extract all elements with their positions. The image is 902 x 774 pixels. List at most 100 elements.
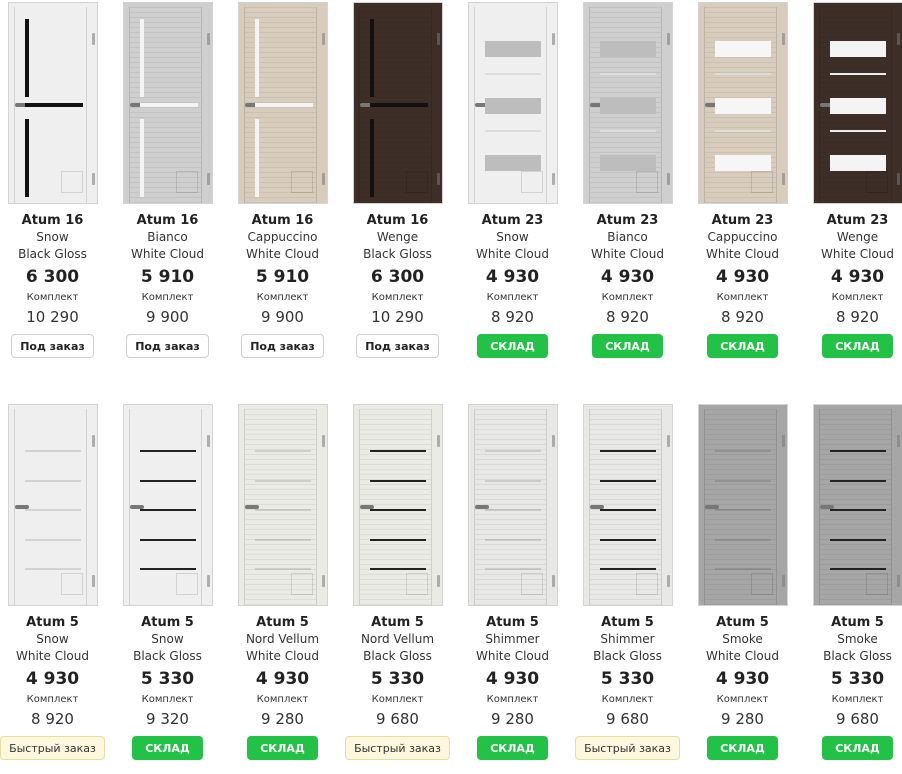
product-name[interactable]: Atum 16 [0, 212, 110, 229]
product-color: Bianco [607, 230, 648, 244]
product-card[interactable]: Atum 5 Shimmer White Cloud 4 930 Комплек… [455, 404, 570, 760]
brand-logo [865, 171, 888, 193]
door-image[interactable] [7, 404, 98, 606]
product-name[interactable]: Atum 16 [110, 212, 225, 229]
door-slab [467, 2, 558, 204]
product-card[interactable]: Atum 5 Shimmer Black Gloss 5 330 Комплек… [570, 404, 685, 760]
door-image[interactable] [812, 2, 902, 204]
stock-button[interactable]: СКЛАД [477, 736, 548, 760]
product-color: Snow [36, 230, 69, 244]
product-name[interactable]: Atum 23 [800, 212, 902, 229]
door-image[interactable] [122, 404, 213, 606]
product-card[interactable]: Atum 16 Cappuccino White Cloud 5 910 Ком… [225, 2, 340, 358]
kit-price: 8 920 [836, 308, 879, 326]
kit-price: 9 680 [836, 710, 879, 728]
product-glass: Black Gloss [823, 649, 892, 663]
product-card[interactable]: Atum 5 Nord Vellum Black Gloss 5 330 Ком… [340, 404, 455, 760]
glass-line [484, 509, 541, 511]
stock-button[interactable]: СКЛАД [247, 736, 318, 760]
stock-button[interactable]: СКЛАД [707, 334, 778, 358]
stock-button[interactable]: СКЛАД [132, 736, 203, 760]
stock-button[interactable]: СКЛАД [592, 334, 663, 358]
product-name[interactable]: Atum 23 [455, 212, 570, 229]
door-slab [697, 404, 788, 606]
glass-line [484, 73, 541, 75]
product-card[interactable]: Atum 16 Bianco White Cloud 5 910 Комплек… [110, 2, 225, 358]
product-name[interactable]: Atum 5 [685, 614, 800, 631]
stock-button[interactable]: СКЛАД [822, 736, 893, 760]
door-image[interactable] [812, 404, 902, 606]
door-image[interactable] [237, 2, 328, 204]
glass-line [369, 568, 426, 570]
product-card[interactable]: Atum 23 Bianco White Cloud 4 930 Комплек… [570, 2, 685, 358]
door-image[interactable] [352, 404, 443, 606]
glass-insert [24, 19, 29, 97]
door-image[interactable] [467, 2, 558, 204]
door-image[interactable] [697, 404, 788, 606]
door-image[interactable] [697, 2, 788, 204]
door-image[interactable] [122, 2, 213, 204]
brand-logo [750, 171, 773, 193]
glass-insert [24, 103, 83, 107]
brand-logo [405, 573, 428, 595]
glass-insert [369, 19, 374, 97]
product-name[interactable]: Atum 5 [0, 614, 110, 631]
door-image[interactable] [352, 2, 443, 204]
kit-label: Комплект [831, 694, 884, 705]
product-name[interactable]: Atum 23 [685, 212, 800, 229]
product-name[interactable]: Atum 23 [570, 212, 685, 229]
stock-button[interactable]: СКЛАД [707, 736, 778, 760]
kit-label: Комплект [371, 292, 424, 303]
stock-button[interactable]: СКЛАД [822, 334, 893, 358]
order-button[interactable]: Под заказ [356, 334, 439, 358]
door-image[interactable] [237, 404, 328, 606]
kit-label: Комплект [26, 694, 79, 705]
glass-line [714, 539, 771, 541]
door-image[interactable] [582, 2, 673, 204]
hinge-icon [321, 33, 325, 45]
glass-insert [829, 155, 886, 171]
product-card[interactable]: Atum 5 Smoke White Cloud 4 930 Комплект … [685, 404, 800, 760]
product-name[interactable]: Atum 16 [225, 212, 340, 229]
product-card[interactable]: Atum 23 Snow White Cloud 4 930 Комплект … [455, 2, 570, 358]
door-image[interactable] [7, 2, 98, 204]
product-card[interactable]: Atum 23 Cappuccino White Cloud 4 930 Ком… [685, 2, 800, 358]
order-button[interactable]: Под заказ [241, 334, 324, 358]
order-button[interactable]: Под заказ [126, 334, 209, 358]
product-name[interactable]: Atum 5 [800, 614, 902, 631]
door-image[interactable] [467, 404, 558, 606]
glass-insert [829, 41, 886, 57]
kit-price: 9 280 [261, 710, 304, 728]
kit-label: Комплект [256, 694, 309, 705]
product-name[interactable]: Atum 5 [570, 614, 685, 631]
quick-order-button[interactable]: Быстрый заказ [575, 736, 680, 760]
product-card[interactable]: Atum 16 Snow Black Gloss 6 300 Комплект … [0, 2, 110, 358]
product-name[interactable]: Atum 5 [455, 614, 570, 631]
product-card[interactable]: Atum 5 Snow White Cloud 4 930 Комплект 8… [0, 404, 110, 760]
stock-button[interactable]: СКЛАД [477, 334, 548, 358]
product-name[interactable]: Atum 5 [340, 614, 455, 631]
product-glass: Black Gloss [593, 649, 662, 663]
kit-price: 9 280 [721, 710, 764, 728]
product-price: 5 330 [370, 669, 425, 689]
product-name[interactable]: Atum 16 [340, 212, 455, 229]
product-glass: Black Gloss [363, 247, 432, 261]
kit-label: Комплект [486, 292, 539, 303]
product-card[interactable]: Atum 16 Wenge Black Gloss 6 300 Комплект… [340, 2, 455, 358]
product-card[interactable]: Atum 5 Nord Vellum White Cloud 4 930 Ком… [225, 404, 340, 760]
order-button[interactable]: Под заказ [11, 334, 94, 358]
product-name[interactable]: Atum 5 [225, 614, 340, 631]
door-image[interactable] [582, 404, 673, 606]
product-card[interactable]: Atum 5 Snow Black Gloss 5 330 Комплект 9… [110, 404, 225, 760]
door-slab [697, 2, 788, 204]
product-card[interactable]: Atum 23 Wenge White Cloud 4 930 Комплект… [800, 2, 902, 358]
quick-order-button[interactable]: Быстрый заказ [0, 736, 105, 760]
product-price: 4 930 [715, 669, 770, 689]
quick-order-button[interactable]: Быстрый заказ [345, 736, 450, 760]
kit-price: 9 680 [376, 710, 419, 728]
product-price: 6 300 [25, 267, 80, 287]
glass-line [369, 450, 426, 452]
product-name[interactable]: Atum 5 [110, 614, 225, 631]
product-card[interactable]: Atum 5 Smoke Black Gloss 5 330 Комплект … [800, 404, 902, 760]
hinge-icon [781, 173, 785, 185]
